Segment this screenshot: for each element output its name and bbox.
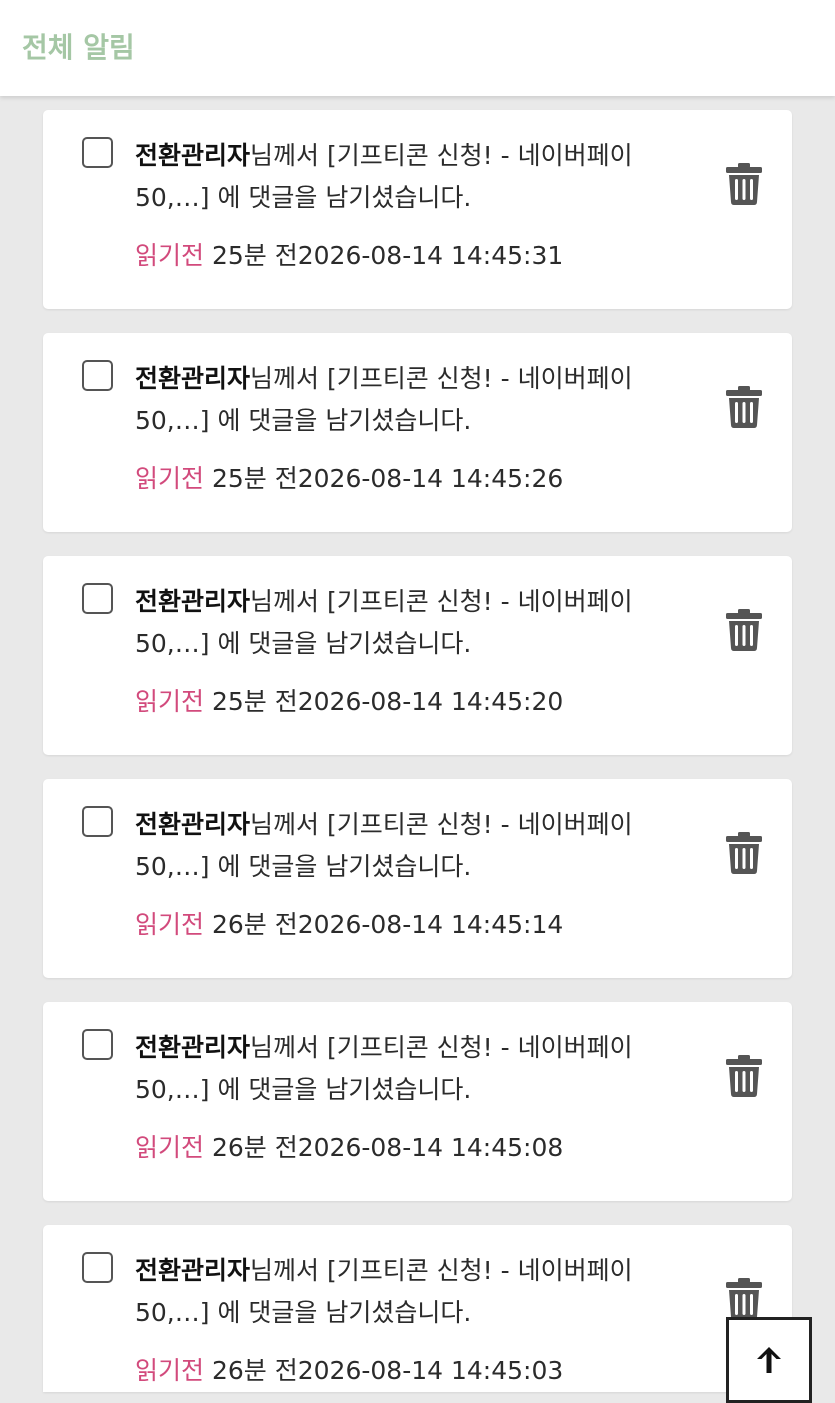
notification-meta: 읽기전 25분 전2026-08-14 14:45:31 bbox=[135, 239, 563, 273]
page-title: 전체 알림 bbox=[22, 31, 135, 64]
trash-icon[interactable] bbox=[724, 831, 764, 875]
sender-name: 전환관리자 bbox=[135, 364, 251, 393]
read-status: 읽기전 bbox=[135, 241, 205, 270]
time-ago: 25분 전 bbox=[211, 464, 298, 493]
read-status: 읽기전 bbox=[135, 687, 205, 716]
timestamp: 2026-08-14 14:45:26 bbox=[297, 464, 564, 493]
notification-message: 전환관리자님께서 [기프티콘 신청! - 네이버페이 50,…] 에 댓글을 남… bbox=[135, 1250, 695, 1334]
notification-message: 전환관리자님께서 [기프티콘 신청! - 네이버페이 50,…] 에 댓글을 남… bbox=[135, 358, 695, 442]
select-checkbox[interactable] bbox=[82, 1252, 113, 1283]
notification-item[interactable]: 전환관리자님께서 [기프티콘 신청! - 네이버페이 50,…] 에 댓글을 남… bbox=[43, 1002, 792, 1201]
select-checkbox[interactable] bbox=[82, 583, 113, 614]
notification-message: 전환관리자님께서 [기프티콘 신청! - 네이버페이 50,…] 에 댓글을 남… bbox=[135, 135, 695, 219]
select-checkbox[interactable] bbox=[82, 137, 113, 168]
read-status: 읽기전 bbox=[135, 910, 205, 939]
trash-icon[interactable] bbox=[724, 385, 764, 429]
notification-message: 전환관리자님께서 [기프티콘 신청! - 네이버페이 50,…] 에 댓글을 남… bbox=[135, 581, 695, 665]
sender-name: 전환관리자 bbox=[135, 810, 251, 839]
select-checkbox[interactable] bbox=[82, 360, 113, 391]
notification-item[interactable]: 전환관리자님께서 [기프티콘 신청! - 네이버페이 50,…] 에 댓글을 남… bbox=[43, 1225, 792, 1392]
notification-message: 전환관리자님께서 [기프티콘 신청! - 네이버페이 50,…] 에 댓글을 남… bbox=[135, 804, 695, 888]
time-ago: 25분 전 bbox=[211, 687, 298, 716]
notification-item[interactable]: 전환관리자님께서 [기프티콘 신청! - 네이버페이 50,…] 에 댓글을 남… bbox=[43, 556, 792, 755]
arrow-up-icon bbox=[757, 1347, 781, 1373]
read-status: 읽기전 bbox=[135, 464, 205, 493]
timestamp: 2026-08-14 14:45:08 bbox=[297, 1133, 564, 1162]
notification-item[interactable]: 전환관리자님께서 [기프티콘 신청! - 네이버페이 50,…] 에 댓글을 남… bbox=[43, 110, 792, 309]
timestamp: 2026-08-14 14:45:31 bbox=[297, 241, 564, 270]
timestamp: 2026-08-14 14:45:03 bbox=[297, 1356, 564, 1385]
scroll-top-button[interactable] bbox=[726, 1317, 812, 1403]
trash-icon[interactable] bbox=[724, 162, 764, 206]
notification-message: 전환관리자님께서 [기프티콘 신청! - 네이버페이 50,…] 에 댓글을 남… bbox=[135, 1027, 695, 1111]
notification-meta: 읽기전 26분 전2026-08-14 14:45:08 bbox=[135, 1131, 563, 1165]
sender-name: 전환관리자 bbox=[135, 1256, 251, 1285]
read-status: 읽기전 bbox=[135, 1356, 205, 1385]
notification-list: 전환관리자님께서 [기프티콘 신청! - 네이버페이 50,…] 에 댓글을 남… bbox=[0, 0, 835, 1392]
notification-item[interactable]: 전환관리자님께서 [기프티콘 신청! - 네이버페이 50,…] 에 댓글을 남… bbox=[43, 333, 792, 532]
trash-icon[interactable] bbox=[724, 1277, 764, 1321]
notification-meta: 읽기전 25분 전2026-08-14 14:45:20 bbox=[135, 685, 563, 719]
time-ago: 26분 전 bbox=[211, 1356, 298, 1385]
notification-meta: 읽기전 26분 전2026-08-14 14:45:03 bbox=[135, 1354, 563, 1388]
trash-icon[interactable] bbox=[724, 1054, 764, 1098]
time-ago: 26분 전 bbox=[211, 910, 298, 939]
page-header: 전체 알림 bbox=[0, 0, 835, 96]
notification-meta: 읽기전 26분 전2026-08-14 14:45:14 bbox=[135, 908, 563, 942]
notification-meta: 읽기전 25분 전2026-08-14 14:45:26 bbox=[135, 462, 563, 496]
select-checkbox[interactable] bbox=[82, 806, 113, 837]
trash-icon[interactable] bbox=[724, 608, 764, 652]
sender-name: 전환관리자 bbox=[135, 587, 251, 616]
read-status: 읽기전 bbox=[135, 1133, 205, 1162]
timestamp: 2026-08-14 14:45:14 bbox=[297, 910, 564, 939]
select-checkbox[interactable] bbox=[82, 1029, 113, 1060]
time-ago: 25분 전 bbox=[211, 241, 298, 270]
notification-item[interactable]: 전환관리자님께서 [기프티콘 신청! - 네이버페이 50,…] 에 댓글을 남… bbox=[43, 779, 792, 978]
timestamp: 2026-08-14 14:45:20 bbox=[297, 687, 564, 716]
time-ago: 26분 전 bbox=[211, 1133, 298, 1162]
sender-name: 전환관리자 bbox=[135, 141, 251, 170]
sender-name: 전환관리자 bbox=[135, 1033, 251, 1062]
